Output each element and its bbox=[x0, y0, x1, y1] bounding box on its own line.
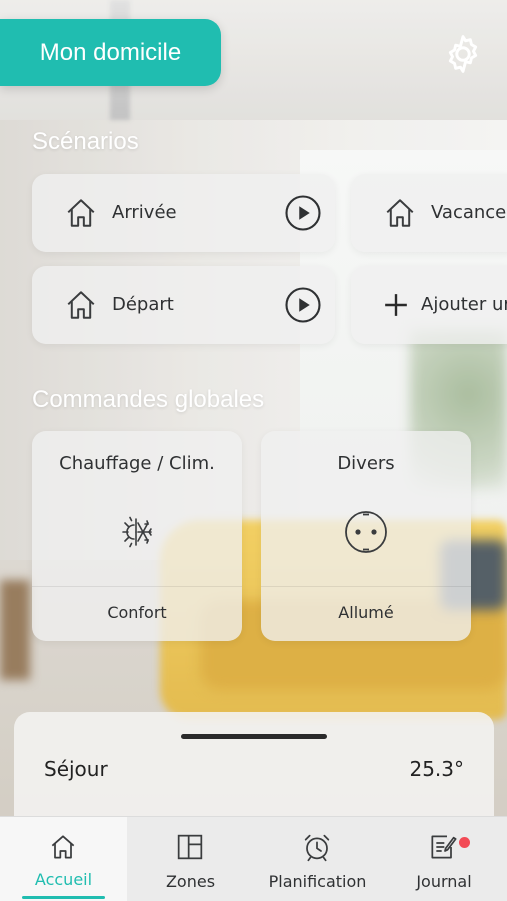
global-commands-title: Commandes globales bbox=[32, 386, 265, 413]
command-title: Divers bbox=[337, 453, 395, 474]
command-state: Confort bbox=[107, 603, 167, 622]
command-state: Allumé bbox=[338, 603, 394, 622]
journal-icon bbox=[431, 835, 457, 859]
add-scenario-button[interactable]: Ajouter ur bbox=[351, 266, 507, 344]
home-title: Mon domicile bbox=[39, 38, 182, 66]
socket-icon bbox=[345, 511, 387, 553]
tab-label: Zones bbox=[165, 872, 216, 891]
alarm-clock-icon bbox=[304, 834, 330, 862]
zones-icon bbox=[177, 834, 203, 860]
heat-cool-icon bbox=[122, 516, 152, 548]
house-icon bbox=[67, 199, 95, 227]
scenario-label: Vacance bbox=[431, 202, 507, 223]
scenario-label: Ajouter ur bbox=[421, 294, 507, 315]
home-selector-button[interactable]: Mon domicile bbox=[0, 19, 221, 86]
scenario-depart[interactable]: Départ bbox=[32, 266, 335, 344]
home-icon bbox=[51, 835, 75, 859]
room-name: Séjour bbox=[44, 757, 108, 781]
command-title: Chauffage / Clim. bbox=[59, 453, 215, 474]
tab-journal[interactable]: Journal bbox=[381, 817, 507, 901]
house-icon bbox=[67, 291, 95, 319]
scenario-vacance[interactable]: Vacance bbox=[351, 174, 507, 252]
command-heating[interactable]: Chauffage / Clim. Confort bbox=[32, 431, 242, 641]
play-icon[interactable] bbox=[285, 195, 321, 231]
room-temperature: 25.3° bbox=[409, 757, 464, 781]
gear-icon[interactable] bbox=[441, 32, 485, 76]
tab-planification[interactable]: Planification bbox=[254, 817, 381, 901]
scenario-label: Départ bbox=[112, 294, 174, 315]
notification-badge bbox=[459, 837, 470, 848]
house-icon bbox=[386, 199, 414, 227]
tab-accueil[interactable]: Accueil bbox=[0, 817, 127, 901]
room-sheet[interactable]: Séjour 25.3° bbox=[14, 712, 494, 832]
scenario-arrivee[interactable]: Arrivée bbox=[32, 174, 335, 252]
tab-label: Planification bbox=[268, 872, 367, 891]
play-icon[interactable] bbox=[285, 287, 321, 323]
tab-label: Journal bbox=[416, 872, 472, 891]
tab-bar: Accueil Zones Planification Journal bbox=[0, 816, 507, 901]
plus-icon bbox=[385, 294, 407, 316]
tab-zones[interactable]: Zones bbox=[127, 817, 254, 901]
command-divers[interactable]: Divers Allumé bbox=[261, 431, 471, 641]
scenario-label: Arrivée bbox=[112, 202, 177, 223]
scenarios-title: Scénarios bbox=[32, 128, 139, 155]
sheet-handle[interactable] bbox=[181, 734, 327, 739]
active-tab-indicator bbox=[22, 896, 105, 899]
tab-label: Accueil bbox=[34, 870, 93, 889]
